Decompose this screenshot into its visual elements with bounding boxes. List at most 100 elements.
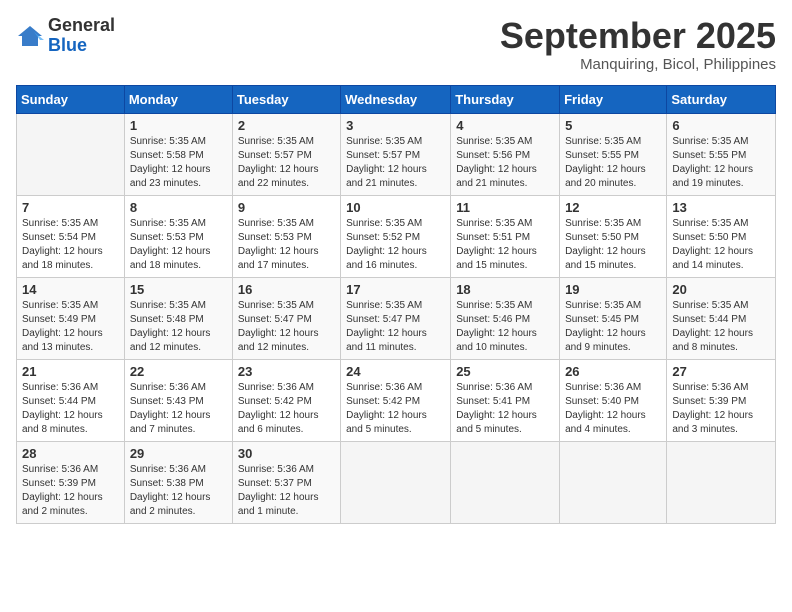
calendar-cell: 6Sunrise: 5:35 AM Sunset: 5:55 PM Daylig… [667,113,776,195]
logo: General Blue [16,16,115,56]
day-detail: Sunrise: 5:36 AM Sunset: 5:40 PM Dayligh… [565,381,661,437]
day-number: 26 [565,364,661,379]
calendar-cell: 10 Sunrise: 5:35 AM Sunset: 5:52 PM Dayli… [341,195,451,277]
day-number: 24 [346,364,445,379]
header-monday: Monday [124,85,232,113]
month-title: September 2025 [500,16,776,56]
day-number: 29 [130,446,227,461]
header-tuesday: Tuesday [232,85,340,113]
day-detail: Sunrise: 5:36 AM Sunset: 5:39 PM Dayligh… [672,381,770,437]
logo-text: General Blue [48,16,115,56]
calendar-cell: 26 Sunrise: 5:36 AM Sunset: 5:40 PM Dayli… [560,359,667,441]
calendar-cell: 8Sunrise: 5:35 AM Sunset: 5:53 PM Daylig… [124,195,232,277]
calendar-cell: 14 Sunrise: 5:35 AM Sunset: 5:49 PM Dayli… [17,277,125,359]
calendar-cell: 24 Sunrise: 5:36 AM Sunset: 5:42 PM Dayli… [341,359,451,441]
calendar-table: SundayMondayTuesdayWednesdayThursdayFrid… [16,85,776,524]
day-detail: Sunrise: 5:35 AM Sunset: 5:50 PM Dayligh… [672,217,770,273]
day-number: 9 [238,200,335,215]
day-detail: Sunrise: 5:36 AM Sunset: 5:37 PM Dayligh… [238,463,335,519]
day-number: 2 [238,118,335,133]
calendar-cell: 12 Sunrise: 5:35 AM Sunset: 5:50 PM Dayli… [560,195,667,277]
header-wednesday: Wednesday [341,85,451,113]
day-detail: Sunrise: 5:35 AM Sunset: 5:50 PM Dayligh… [565,217,661,273]
calendar-cell: 7 Sunrise: 5:35 AM Sunset: 5:54 PM Daylig… [17,195,125,277]
calendar-cell [451,441,560,523]
day-detail: Sunrise: 5:36 AM Sunset: 5:39 PM Dayligh… [22,463,119,519]
day-number: 7 [22,200,119,215]
day-number: 8 [130,200,227,215]
day-number: 5 [565,118,661,133]
day-detail: Sunrise: 5:35 AM Sunset: 5:48 PM Dayligh… [130,299,227,355]
day-detail: Sunrise: 5:35 AM Sunset: 5:49 PM Dayligh… [22,299,119,355]
calendar-cell: 23 Sunrise: 5:36 AM Sunset: 5:42 PM Dayli… [232,359,340,441]
calendar-cell: 2 Sunrise: 5:35 AM Sunset: 5:57 PM Daylig… [232,113,340,195]
calendar-cell: 4 Sunrise: 5:35 AM Sunset: 5:56 PM Daylig… [451,113,560,195]
calendar-cell [560,441,667,523]
week-row-1: 1Sunrise: 5:35 AM Sunset: 5:58 PM Daylig… [17,113,776,195]
day-detail: Sunrise: 5:35 AM Sunset: 5:57 PM Dayligh… [238,135,335,191]
day-number: 10 [346,200,445,215]
day-number: 17 [346,282,445,297]
calendar-cell: 20 Sunrise: 5:35 AM Sunset: 5:44 PM Dayli… [667,277,776,359]
day-number: 3 [346,118,445,133]
day-detail: Sunrise: 5:35 AM Sunset: 5:54 PM Dayligh… [22,217,119,273]
header-saturday: Saturday [667,85,776,113]
calendar-cell: 29 Sunrise: 5:36 AM Sunset: 5:38 PM Dayli… [124,441,232,523]
calendar-cell [17,113,125,195]
day-detail: Sunrise: 5:35 AM Sunset: 5:53 PM Dayligh… [238,217,335,273]
day-number: 14 [22,282,119,297]
day-number: 23 [238,364,335,379]
day-detail: Sunrise: 5:35 AM Sunset: 5:56 PM Dayligh… [456,135,554,191]
day-number: 20 [672,282,770,297]
day-detail: Sunrise: 5:35 AM Sunset: 5:51 PM Dayligh… [456,217,554,273]
day-detail: Sunrise: 5:35 AM Sunset: 5:46 PM Dayligh… [456,299,554,355]
calendar-cell: 1Sunrise: 5:35 AM Sunset: 5:58 PM Daylig… [124,113,232,195]
calendar-cell: 18 Sunrise: 5:35 AM Sunset: 5:46 PM Dayli… [451,277,560,359]
day-detail: Sunrise: 5:36 AM Sunset: 5:44 PM Dayligh… [22,381,119,437]
calendar-cell: 16 Sunrise: 5:35 AM Sunset: 5:47 PM Dayli… [232,277,340,359]
calendar-cell: 3Sunrise: 5:35 AM Sunset: 5:57 PM Daylig… [341,113,451,195]
week-row-3: 14 Sunrise: 5:35 AM Sunset: 5:49 PM Dayli… [17,277,776,359]
title-block: September 2025 Manquiring, Bicol, Philip… [500,16,776,73]
day-detail: Sunrise: 5:36 AM Sunset: 5:42 PM Dayligh… [238,381,335,437]
logo-icon [16,22,44,50]
day-number: 4 [456,118,554,133]
calendar-cell: 11 Sunrise: 5:35 AM Sunset: 5:51 PM Dayli… [451,195,560,277]
day-detail: Sunrise: 5:36 AM Sunset: 5:42 PM Dayligh… [346,381,445,437]
day-detail: Sunrise: 5:36 AM Sunset: 5:38 PM Dayligh… [130,463,227,519]
day-number: 15 [130,282,227,297]
day-number: 21 [22,364,119,379]
day-number: 30 [238,446,335,461]
calendar-cell [341,441,451,523]
day-number: 18 [456,282,554,297]
logo-blue: Blue [48,36,115,56]
calendar-cell: 5Sunrise: 5:35 AM Sunset: 5:55 PM Daylig… [560,113,667,195]
day-detail: Sunrise: 5:35 AM Sunset: 5:47 PM Dayligh… [238,299,335,355]
page-header: General Blue September 2025 Manquiring, … [16,16,776,73]
day-detail: Sunrise: 5:35 AM Sunset: 5:52 PM Dayligh… [346,217,445,273]
day-detail: Sunrise: 5:36 AM Sunset: 5:41 PM Dayligh… [456,381,554,437]
header-friday: Friday [560,85,667,113]
week-row-2: 7 Sunrise: 5:35 AM Sunset: 5:54 PM Daylig… [17,195,776,277]
calendar-cell: 27 Sunrise: 5:36 AM Sunset: 5:39 PM Dayli… [667,359,776,441]
calendar-cell: 9 Sunrise: 5:35 AM Sunset: 5:53 PM Daylig… [232,195,340,277]
day-number: 16 [238,282,335,297]
header-sunday: Sunday [17,85,125,113]
day-number: 6 [672,118,770,133]
calendar-cell: 21 Sunrise: 5:36 AM Sunset: 5:44 PM Dayli… [17,359,125,441]
day-number: 13 [672,200,770,215]
calendar-cell: 30 Sunrise: 5:36 AM Sunset: 5:37 PM Dayli… [232,441,340,523]
calendar-cell: 13 Sunrise: 5:35 AM Sunset: 5:50 PM Dayli… [667,195,776,277]
day-number: 27 [672,364,770,379]
day-number: 12 [565,200,661,215]
day-number: 1 [130,118,227,133]
calendar-cell: 25 Sunrise: 5:36 AM Sunset: 5:41 PM Dayli… [451,359,560,441]
day-detail: Sunrise: 5:35 AM Sunset: 5:44 PM Dayligh… [672,299,770,355]
logo-general: General [48,16,115,36]
day-detail: Sunrise: 5:35 AM Sunset: 5:45 PM Dayligh… [565,299,661,355]
day-number: 11 [456,200,554,215]
day-number: 25 [456,364,554,379]
calendar-cell: 28Sunrise: 5:36 AM Sunset: 5:39 PM Dayli… [17,441,125,523]
calendar-cell: 15 Sunrise: 5:35 AM Sunset: 5:48 PM Dayli… [124,277,232,359]
day-detail: Sunrise: 5:35 AM Sunset: 5:47 PM Dayligh… [346,299,445,355]
